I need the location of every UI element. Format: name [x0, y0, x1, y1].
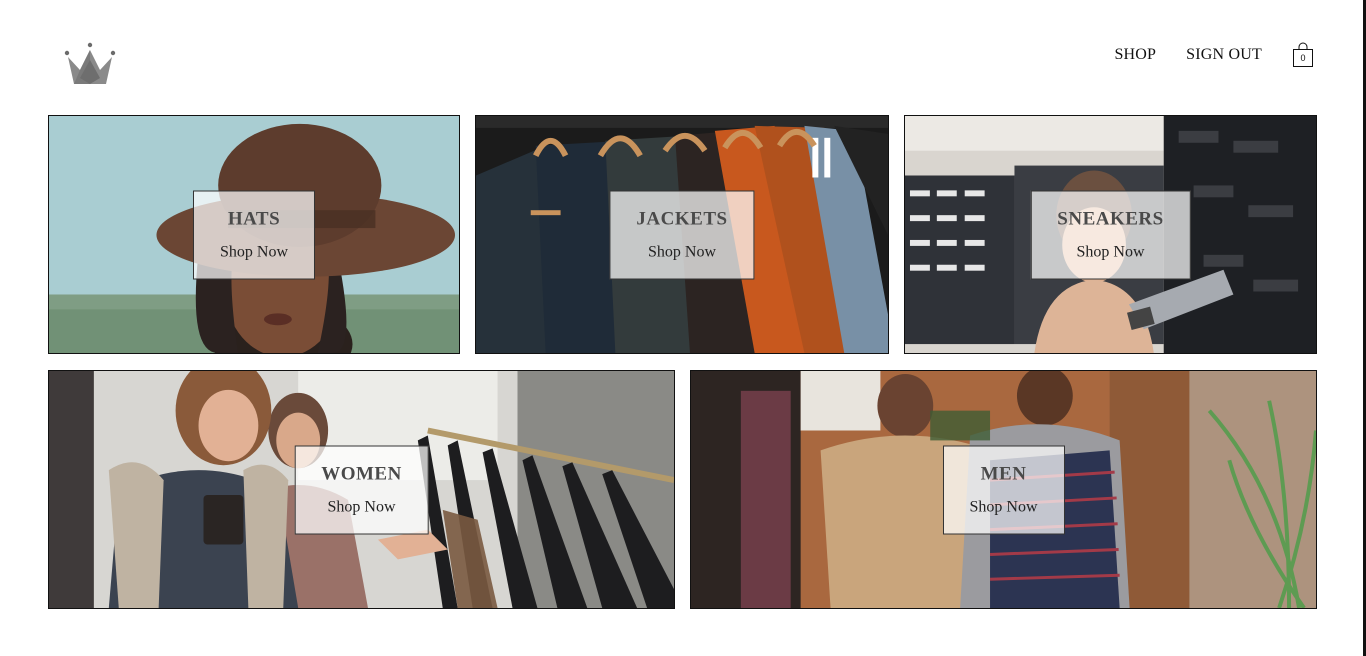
menu-item-men[interactable]: MEN Shop Now: [690, 370, 1317, 609]
category-title: MEN: [980, 463, 1027, 485]
shop-now-link[interactable]: Shop Now: [648, 244, 716, 262]
shop-now-link[interactable]: Shop Now: [969, 499, 1037, 517]
cart-item-count: 0: [1300, 53, 1306, 63]
shop-now-link[interactable]: Shop Now: [327, 499, 395, 517]
header-nav: SHOP SIGN OUT 0: [1114, 42, 1314, 68]
shop-link[interactable]: SHOP: [1114, 43, 1156, 67]
category-title: HATS: [227, 208, 281, 230]
cart-button[interactable]: 0: [1292, 42, 1314, 68]
shop-now-link[interactable]: Shop Now: [1076, 244, 1144, 262]
jackets-label: JACKETS Shop Now: [609, 190, 755, 279]
category-title: SNEAKERS: [1057, 208, 1164, 230]
women-label: WOMEN Shop Now: [294, 445, 429, 534]
menu-item-sneakers[interactable]: SNEAKERS Shop Now: [904, 115, 1317, 354]
sign-out-link[interactable]: SIGN OUT: [1186, 43, 1262, 67]
menu-item-jackets[interactable]: JACKETS Shop Now: [475, 115, 889, 354]
site-header: SHOP SIGN OUT 0: [48, 40, 1318, 92]
men-label: MEN Shop Now: [942, 445, 1065, 534]
sneakers-label: SNEAKERS Shop Now: [1030, 190, 1191, 279]
category-title: WOMEN: [321, 463, 402, 485]
menu-item-women[interactable]: WOMEN Shop Now: [48, 370, 675, 609]
page: SHOP SIGN OUT 0 HATS Shop Now JACKETS Sh…: [0, 0, 1366, 656]
menu-item-hats[interactable]: HATS Shop Now: [48, 115, 460, 354]
crown-logo-icon[interactable]: [62, 40, 118, 88]
shop-now-link[interactable]: Shop Now: [220, 244, 288, 262]
hats-label: HATS Shop Now: [192, 190, 316, 279]
category-title: JACKETS: [636, 208, 728, 230]
